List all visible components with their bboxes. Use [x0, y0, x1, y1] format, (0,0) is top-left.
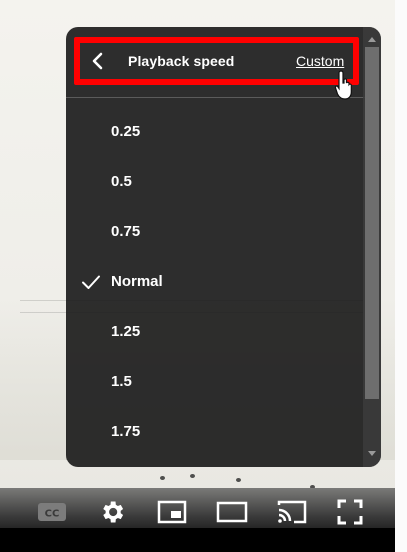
checkmark-icon [82, 275, 100, 289]
settings-button[interactable] [92, 495, 132, 529]
speed-option-label: 0.25 [111, 123, 141, 140]
speed-option-label: 1.25 [111, 323, 141, 340]
page-right-margin [395, 0, 407, 552]
fullscreen-button[interactable] [330, 495, 370, 529]
speed-option-1-25[interactable]: 1.25 [66, 307, 366, 357]
subtitles-button[interactable]: CC [32, 495, 72, 529]
music-note [236, 478, 241, 482]
subtitles-cc-icon: CC [38, 503, 66, 521]
hand-pointer-icon [334, 70, 352, 100]
settings-gear-icon [103, 501, 124, 523]
speed-option-0-5[interactable]: 0.5 [66, 157, 366, 207]
miniplayer-icon [157, 500, 187, 524]
scrollbar-thumb[interactable] [365, 47, 379, 399]
speed-option-0-25[interactable]: 0.25 [66, 107, 366, 157]
fullscreen-icon [337, 499, 363, 525]
speed-option-1-75[interactable]: 1.75 [66, 407, 366, 457]
music-note [160, 476, 165, 480]
scroll-down-arrow-icon[interactable] [368, 451, 376, 456]
speed-option-1-5[interactable]: 1.5 [66, 357, 366, 407]
speed-option-label: 0.75 [111, 223, 141, 240]
theater-mode-button[interactable] [212, 495, 252, 529]
player-bottom-strip [0, 528, 395, 552]
speed-option-normal[interactable]: Normal [66, 257, 366, 307]
miniplayer-button[interactable] [152, 495, 192, 529]
theater-mode-icon [216, 501, 248, 523]
cast-button[interactable] [272, 495, 312, 529]
cc-label: CC [45, 509, 60, 520]
speed-option-label: 1.5 [111, 373, 132, 390]
speed-option-label: Normal [111, 273, 163, 290]
speed-option-label: 1.75 [111, 423, 141, 440]
music-note [190, 474, 195, 478]
speed-option-label: 0.5 [111, 173, 132, 190]
speed-option-0-75[interactable]: 0.75 [66, 207, 366, 257]
cast-icon [277, 500, 307, 524]
highlight-box [74, 37, 359, 85]
scroll-up-arrow-icon[interactable] [368, 37, 376, 42]
